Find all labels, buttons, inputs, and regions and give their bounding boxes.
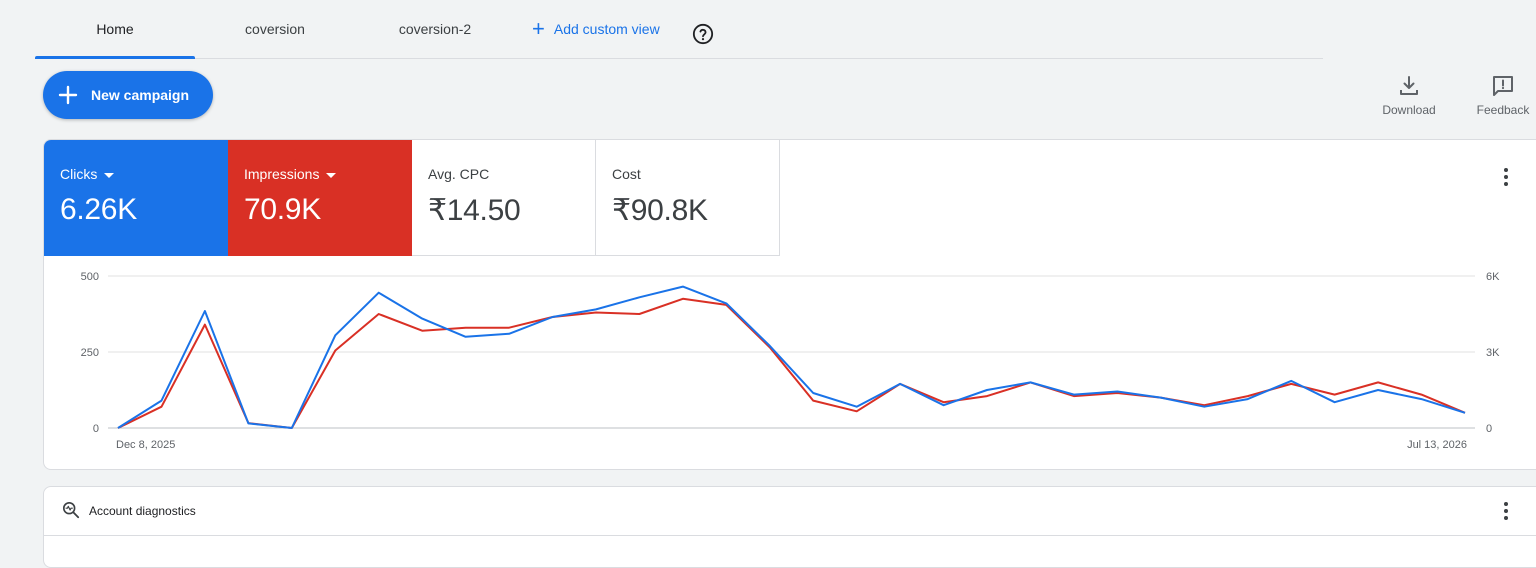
download-icon (1400, 76, 1418, 95)
series-line-clicks (117, 285, 1466, 429)
y-right-tick-label: 6K (1486, 271, 1500, 283)
divider (44, 535, 1536, 536)
tab-home[interactable]: Home (35, 0, 195, 59)
download-button[interactable]: Download (1374, 75, 1444, 117)
view-tabs: Home coversion coversion-2 + Add custom … (35, 0, 1323, 59)
feedback-button[interactable]: Feedback (1468, 75, 1536, 117)
add-custom-view-label: Add custom view (553, 21, 660, 37)
y-left-tick-label: 500 (81, 271, 99, 283)
y-left-tick-label: 250 (81, 347, 99, 359)
tab-coversion-2[interactable]: coversion-2 (355, 0, 515, 58)
new-campaign-label: New campaign (91, 87, 190, 103)
performance-overview-card: Clicks 6.26K Impressions 70.9K Avg. CPC … (43, 139, 1536, 470)
plus-icon (58, 85, 78, 105)
account-diagnostics-title: Account diagnostics (89, 504, 196, 518)
x-tick-label: Jul 13, 2026 (1407, 439, 1467, 451)
add-custom-view-button[interactable]: + Add custom view (532, 0, 660, 58)
feedback-label: Feedback (1476, 103, 1530, 117)
more-options-icon[interactable] (1503, 502, 1509, 522)
x-tick-label: Dec 8, 2025 (116, 439, 175, 451)
account-diagnostics-card: Account diagnostics (43, 486, 1536, 568)
download-label: Download (1382, 103, 1436, 117)
performance-line-chart: 0 0 250 3K 500 6K Dec 8, 2025 Jul 13, 2026 (81, 271, 1500, 451)
y-right-tick-label: 3K (1486, 347, 1500, 359)
feedback-icon (1493, 76, 1513, 96)
help-icon[interactable] (692, 23, 714, 45)
y-left-tick-label: 0 (93, 423, 99, 435)
y-right-tick-label: 0 (1486, 423, 1492, 435)
new-campaign-button[interactable]: New campaign (43, 71, 213, 119)
diagnostics-search-icon (62, 501, 80, 519)
plus-icon: + (532, 16, 545, 41)
series-line-impressions (117, 297, 1466, 429)
tab-coversion[interactable]: coversion (195, 0, 355, 58)
